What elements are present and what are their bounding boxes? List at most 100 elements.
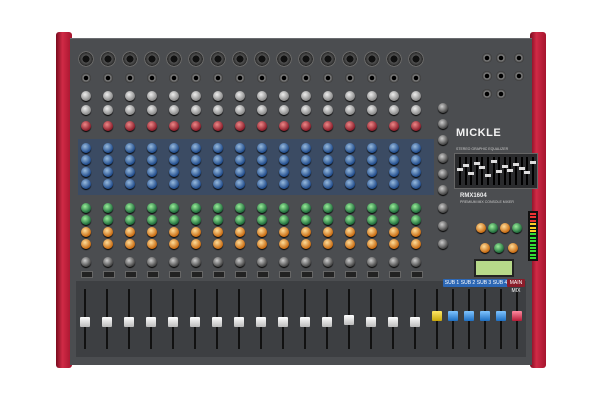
xlr-input-jack[interactable] <box>364 51 380 67</box>
effect-knob[interactable] <box>500 223 510 233</box>
rotary-knob[interactable] <box>257 167 267 177</box>
rotary-knob[interactable] <box>389 91 399 101</box>
rotary-knob[interactable] <box>389 203 399 213</box>
fader-knob[interactable] <box>322 317 332 327</box>
rotary-knob[interactable] <box>257 215 267 225</box>
rotary-knob[interactable] <box>323 121 333 131</box>
rotary-knob[interactable] <box>147 203 157 213</box>
mute-button[interactable] <box>323 271 335 278</box>
mute-button[interactable] <box>81 271 93 278</box>
rotary-knob[interactable] <box>81 227 91 237</box>
rotary-knob[interactable] <box>367 143 377 153</box>
rotary-knob[interactable] <box>279 91 289 101</box>
rotary-knob[interactable] <box>301 167 311 177</box>
rotary-knob[interactable] <box>125 167 135 177</box>
rotary-knob[interactable] <box>367 167 377 177</box>
mute-button[interactable] <box>345 271 357 278</box>
geq-slider-knob[interactable] <box>479 166 486 169</box>
rotary-knob[interactable] <box>81 155 91 165</box>
fader-knob[interactable] <box>256 317 266 327</box>
rotary-knob[interactable] <box>345 121 355 131</box>
rotary-knob[interactable] <box>191 179 201 189</box>
rotary-knob[interactable] <box>323 167 333 177</box>
rotary-knob[interactable] <box>279 121 289 131</box>
line-input-jack[interactable] <box>169 73 179 83</box>
mute-button[interactable] <box>279 271 291 278</box>
rotary-knob[interactable] <box>81 179 91 189</box>
effect-knob[interactable] <box>476 223 486 233</box>
fader-knob[interactable] <box>146 317 156 327</box>
rotary-knob[interactable] <box>81 257 91 267</box>
rotary-knob[interactable] <box>301 91 311 101</box>
rotary-knob[interactable] <box>411 203 421 213</box>
rotary-knob[interactable] <box>147 215 157 225</box>
aux-jack[interactable] <box>482 53 492 63</box>
line-input-jack[interactable] <box>367 73 377 83</box>
xlr-input-jack[interactable] <box>188 51 204 67</box>
xlr-input-jack[interactable] <box>342 51 358 67</box>
rotary-knob[interactable] <box>345 105 355 115</box>
mute-button[interactable] <box>257 271 269 278</box>
fader-knob[interactable] <box>124 317 134 327</box>
rotary-knob[interactable] <box>389 257 399 267</box>
rotary-knob[interactable] <box>411 239 421 249</box>
rotary-knob[interactable] <box>389 143 399 153</box>
fader-knob[interactable] <box>432 311 442 321</box>
xlr-input-jack[interactable] <box>298 51 314 67</box>
rotary-knob[interactable] <box>191 155 201 165</box>
rotary-knob[interactable] <box>367 155 377 165</box>
xlr-input-jack[interactable] <box>144 51 160 67</box>
rotary-knob[interactable] <box>147 239 157 249</box>
rotary-knob[interactable] <box>235 91 245 101</box>
rotary-knob[interactable] <box>257 179 267 189</box>
rotary-knob[interactable] <box>103 143 113 153</box>
rotary-knob[interactable] <box>103 121 113 131</box>
rotary-knob[interactable] <box>301 215 311 225</box>
rotary-knob[interactable] <box>169 215 179 225</box>
rotary-knob[interactable] <box>279 143 289 153</box>
rotary-knob[interactable] <box>345 215 355 225</box>
line-input-jack[interactable] <box>125 73 135 83</box>
line-input-jack[interactable] <box>213 73 223 83</box>
geq-slider-knob[interactable] <box>462 164 469 167</box>
rotary-knob[interactable] <box>257 227 267 237</box>
rotary-knob[interactable] <box>169 91 179 101</box>
geq-slider-knob[interactable] <box>468 172 475 175</box>
rotary-knob[interactable] <box>345 91 355 101</box>
geq-slider-knob[interactable] <box>507 169 514 172</box>
rotary-knob[interactable] <box>345 203 355 213</box>
rotary-knob[interactable] <box>345 239 355 249</box>
rotary-knob[interactable] <box>323 203 333 213</box>
fader-knob[interactable] <box>234 317 244 327</box>
rotary-knob[interactable] <box>323 105 333 115</box>
rotary-knob[interactable] <box>191 239 201 249</box>
mute-button[interactable] <box>169 271 181 278</box>
mute-button[interactable] <box>147 271 159 278</box>
rotary-knob[interactable] <box>345 167 355 177</box>
line-input-jack[interactable] <box>323 73 333 83</box>
rotary-knob[interactable] <box>235 227 245 237</box>
rotary-knob[interactable] <box>301 257 311 267</box>
rotary-knob[interactable] <box>169 143 179 153</box>
mute-button[interactable] <box>367 271 379 278</box>
rotary-knob[interactable] <box>389 215 399 225</box>
rotary-knob[interactable] <box>411 155 421 165</box>
xlr-input-jack[interactable] <box>408 51 424 67</box>
effect-knob[interactable] <box>488 223 498 233</box>
rotary-knob[interactable] <box>213 155 223 165</box>
rotary-knob[interactable] <box>235 215 245 225</box>
rotary-knob[interactable] <box>169 155 179 165</box>
mute-button[interactable] <box>125 271 137 278</box>
rotary-knob[interactable] <box>301 121 311 131</box>
rotary-knob[interactable] <box>345 179 355 189</box>
geq-slider-knob[interactable] <box>473 162 480 165</box>
aux-jack[interactable] <box>496 71 506 81</box>
rotary-knob[interactable] <box>279 203 289 213</box>
geq-slider-knob[interactable] <box>524 171 531 174</box>
rotary-knob[interactable] <box>235 203 245 213</box>
mute-button[interactable] <box>103 271 115 278</box>
rotary-knob[interactable] <box>81 167 91 177</box>
rotary-knob[interactable] <box>367 91 377 101</box>
geq-slider-knob[interactable] <box>529 161 536 164</box>
rotary-knob[interactable] <box>81 239 91 249</box>
